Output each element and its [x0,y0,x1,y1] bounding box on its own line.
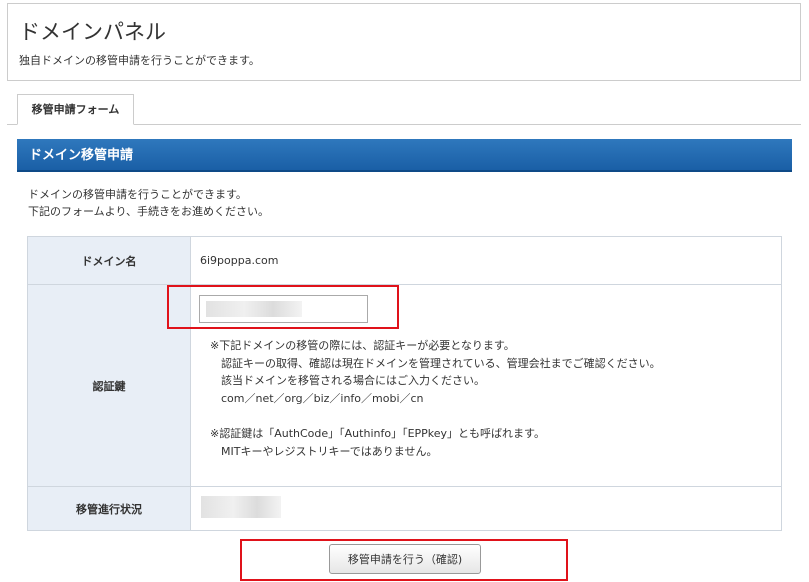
section-intro: ドメインの移管申請を行うことができます。 下記のフォームより、手続きをお進めくだ… [28,186,269,220]
section-header: ドメイン移管申請 [17,139,792,172]
submit-transfer-button[interactable]: 移管申請を行う（確認) [329,544,481,574]
table-row-domain: ドメイン名 6i9poppa.com [27,236,782,285]
page-description: 独自ドメインの移管申請を行うことができます。 [19,54,260,67]
table-row-status: 移管進行状況 [27,486,782,531]
auth-label: 認証鍵 [27,284,191,487]
intro-line-2: 下記のフォームより、手続きをお進めください。 [28,205,270,218]
domain-value: 6i9poppa.com [190,236,782,285]
intro-line-1: ドメインの移管申請を行うことができます。 [28,188,247,201]
auth-code-input[interactable] [199,295,368,323]
page-title: ドメインパネル [19,20,166,44]
tab-transfer-form[interactable]: 移管申請フォーム [17,94,134,125]
domain-label: ドメイン名 [27,236,191,285]
redacted-auth-value [206,301,302,317]
auth-cell: ※下記ドメインの移管の際には、認証キーが必要となります。 認証キーの取得、確認は… [190,284,782,487]
table-row-auth: 認証鍵 ※下記ドメインの移管の際には、認証キーが必要となります。 認証キーの取得… [27,284,782,487]
status-cell [190,486,782,531]
auth-cell-content: ※下記ドメインの移管の際には、認証キーが必要となります。 認証キーの取得、確認は… [191,285,781,486]
redacted-status-value [201,496,281,518]
transfer-form-table: ドメイン名 6i9poppa.com 認証鍵 ※下記ドメインの移管の際には、認証… [27,236,782,531]
auth-note-aliases: ※認証鍵は「AuthCode」「Authinfo」「EPPkey」とも呼ばれます… [210,427,545,458]
auth-note-requirements: ※下記ドメインの移管の際には、認証キーが必要となります。 認証キーの取得、確認は… [210,339,661,405]
panel-header: ドメインパネル 独自ドメインの移管申請を行うことができます。 [7,3,801,81]
status-label: 移管進行状況 [27,486,191,531]
